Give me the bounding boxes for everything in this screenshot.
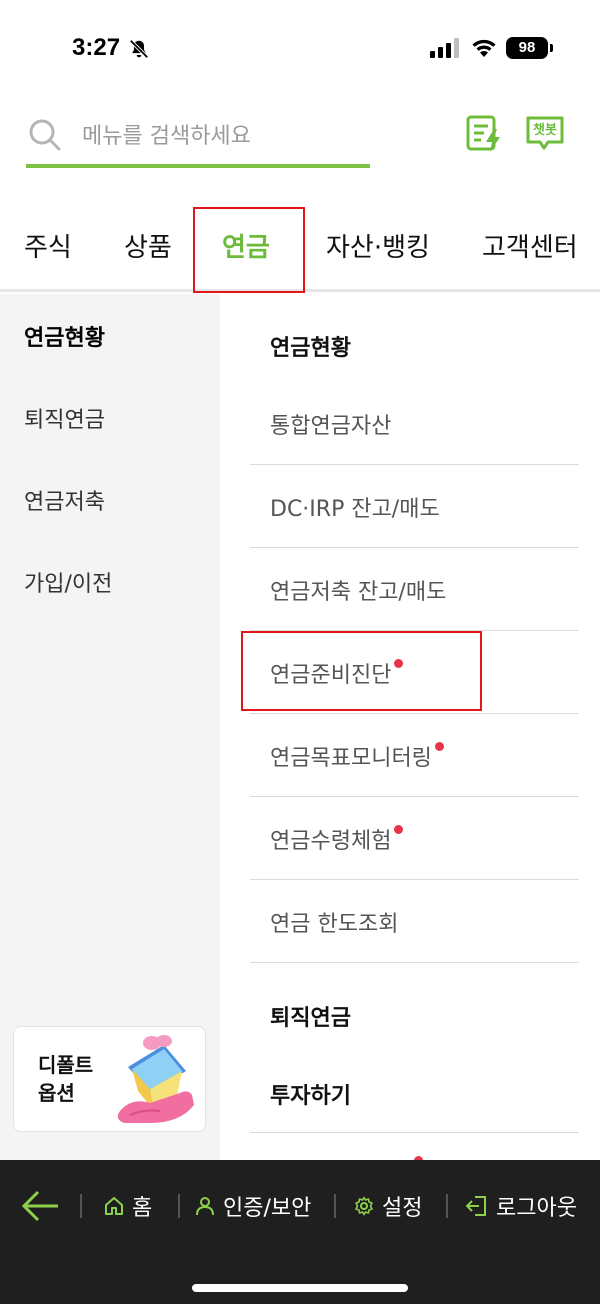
new-badge-dot [434,742,444,751]
user-icon [196,1197,214,1216]
highlight-box-pension-tab [193,207,305,293]
divider [334,1194,336,1218]
tab-assets-banking[interactable]: 자산·뱅킹 [326,206,430,292]
all-menu-edit-icon[interactable] [464,112,506,154]
sidebar-item-pension-savings[interactable]: 연금저축 [24,484,105,516]
submenu-item-dc-irp-balance[interactable]: DC·IRP 잔고/매도 [250,465,579,548]
new-badge-dot [394,825,404,834]
submenu-item-pension-receipt-experience[interactable]: 연금수령체험 [250,797,579,880]
cellular-signal-icon [430,38,459,58]
submenu-item-invest[interactable]: 투자하기 [250,1050,579,1133]
sidebar-item-retirement-pension[interactable]: 퇴직연금 [24,402,105,434]
home-indicator[interactable] [192,1284,408,1292]
nav-logout[interactable]: 로그아웃 [466,1188,577,1224]
bottom-navigation-bar: 홈 인증/보안 설정 로그아웃 [0,1160,600,1304]
chatbot-button[interactable]: 챗봇 [524,112,566,154]
submenu-item-pension-limit-inquiry[interactable]: 연금 한도조회 [250,880,579,963]
tab-products[interactable]: 상품 [124,206,172,292]
nav-auth-security[interactable]: 인증/보안 [195,1188,311,1224]
logout-icon [466,1196,486,1216]
battery-indicator: 98 [506,37,553,59]
tab-customer-center[interactable]: 고객센터 [482,206,578,292]
section-title-retirement-pension: 퇴직연금 [270,1006,351,1031]
divider [80,1194,82,1218]
status-bar: 3:27 98 [0,0,600,100]
divider [446,1194,448,1218]
tab-stocks[interactable]: 주식 [24,206,72,292]
hand-holding-gift-icon [117,1035,194,1123]
default-option-label: 디폴트 옵션 [38,1053,94,1105]
default-option-banner[interactable]: 디폴트 옵션 [13,1026,206,1132]
nav-settings[interactable]: 설정 [354,1188,422,1224]
nav-home[interactable]: 홈 [104,1188,152,1224]
search-input[interactable] [82,120,362,152]
gear-icon [355,1196,373,1216]
section-title-pension-status: 연금현황 [270,336,351,361]
submenu-item-integrated-pension-assets[interactable]: 통합연금자산 [250,382,579,465]
home-icon [105,1197,123,1215]
sidebar-item-join-transfer[interactable]: 가입/이전 [24,566,112,598]
wifi-icon [472,39,496,57]
bell-muted-icon [129,39,149,59]
submenu-item-pension-goal-monitoring[interactable]: 연금목표모니터링 [250,714,579,797]
chatbot-label: 챗봇 [533,123,557,138]
submenu-item-pension-savings-balance[interactable]: 연금저축 잔고/매도 [250,548,579,631]
sidebar-item-pension-status[interactable]: 연금현황 [24,320,105,352]
highlight-box-pension-readiness [241,631,482,711]
menu-search-bar[interactable] [26,112,370,168]
status-time: 3:27 [72,34,121,61]
divider [178,1194,180,1218]
back-arrow-icon[interactable] [20,1188,60,1224]
search-icon [29,119,61,151]
